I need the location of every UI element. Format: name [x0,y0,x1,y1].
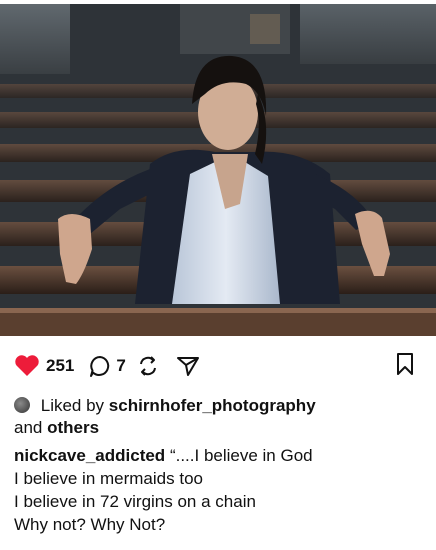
comment-icon [88,354,112,378]
avatar[interactable] [14,397,30,413]
like-button[interactable] [14,354,40,378]
liked-by-line: Liked by schirnhofer_photography and oth… [14,395,424,439]
post-caption: nickcave_addicted “....I believe in God … [14,444,424,536]
save-button[interactable] [394,352,416,381]
liked-by-others-link[interactable]: others [47,418,99,437]
caption-line: Why not? Why Not? [14,515,166,534]
heart-icon [14,354,40,378]
post-photo[interactable] [0,4,436,336]
liked-by-user-link[interactable]: schirnhofer_photography [109,396,316,415]
caption-line: “....I believe in God [169,446,313,465]
caption-line: I believe in mermaids too [14,469,203,488]
comments-count: 7 [116,356,126,375]
repost-button[interactable] [136,354,160,378]
share-button[interactable] [176,354,200,378]
repost-icon [136,354,160,378]
caption-username-link[interactable]: nickcave_addicted [14,446,165,465]
bookmark-icon [394,353,416,380]
likes-count: 251 [46,356,75,375]
liked-by-prefix: Liked by [40,396,105,415]
comment-button[interactable] [88,354,112,378]
caption-line: I believe in 72 virgins on a chain [14,492,256,511]
share-icon [176,354,200,378]
post-actions: 251 7 [14,352,424,380]
liked-by-and: and [14,418,43,437]
post-image [0,4,436,336]
